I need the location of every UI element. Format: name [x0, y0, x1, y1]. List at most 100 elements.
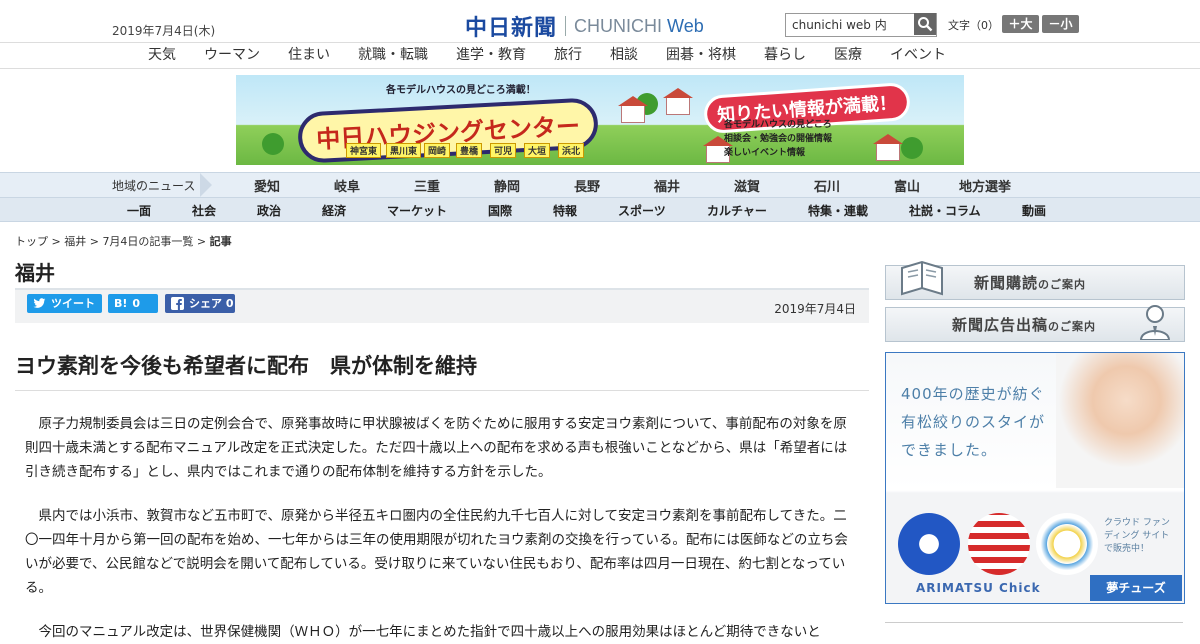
cat-medical[interactable]: 医療 — [834, 44, 862, 64]
hatena-bookmark-button[interactable]: B! 0 — [108, 294, 158, 313]
search-box — [785, 13, 937, 37]
region-fukui[interactable]: 福井 — [654, 176, 680, 195]
cat-go-shogi[interactable]: 囲碁・将棋 — [666, 44, 736, 64]
breadcrumb-region[interactable]: 福井 — [64, 235, 86, 248]
advertise-main: 新聞広告出稿 — [952, 316, 1049, 334]
search-input[interactable] — [786, 14, 914, 34]
section-video[interactable]: 動画 — [1022, 202, 1046, 219]
header-date: 2019年7月4日(木) — [112, 24, 216, 38]
region-toyama[interactable]: 富山 — [894, 176, 920, 195]
article-paragraph: 今回のマニュアル改定は、世界保健機関（ＷＨＯ）が一七年にまとめた指針で四十歳以上… — [38, 624, 821, 640]
banner-location: 黒川東 — [386, 143, 422, 158]
text-size-label: 文字（0） — [948, 19, 999, 32]
bib-yellow — [1036, 513, 1098, 575]
region-mie[interactable]: 三重 — [414, 176, 440, 195]
logo-divider — [565, 16, 567, 36]
hatena-icon: B! — [114, 297, 128, 310]
article-headline: ヨウ素剤を今後も希望者に配布 県が体制を維持 — [15, 354, 477, 378]
newspaper-icon — [901, 260, 943, 296]
ad-copy-line: できました。 — [901, 441, 998, 459]
banner-bullet: 各モデルハウスの見どころ — [724, 120, 832, 130]
cat-events[interactable]: イベント — [890, 44, 946, 64]
subscribe-info-button[interactable]: 新聞購読のご案内 — [885, 260, 1185, 300]
ad-brand: ARIMATSU Chick — [916, 581, 1041, 595]
site-logo[interactable]: 中日新聞 CHUNICHI Web — [465, 10, 704, 42]
subscribe-main: 新聞購読 — [974, 274, 1039, 292]
section-market[interactable]: マーケット — [387, 202, 447, 219]
logo-text-jp: 中日新聞 — [465, 15, 558, 41]
article-date: 2019年7月4日 — [774, 302, 856, 316]
house-shape — [873, 134, 903, 161]
breadcrumb-top[interactable]: トップ — [15, 235, 48, 248]
logo-web-label: Web — [667, 15, 704, 36]
baby-photo — [1056, 353, 1184, 488]
tweet-button[interactable]: ツイート — [27, 294, 102, 313]
section-economy[interactable]: 経済 — [322, 202, 346, 219]
banner-location: 岡崎 — [424, 143, 451, 158]
person-icon — [1139, 305, 1171, 340]
house-shape — [663, 88, 693, 115]
cat-jobs[interactable]: 就職・転職 — [358, 44, 428, 64]
facebook-label: シェア — [189, 297, 222, 310]
banner-location: 可児 — [490, 143, 517, 158]
region-local-elections[interactable]: 地方選挙 — [959, 176, 1011, 195]
section-society[interactable]: 社会 — [192, 202, 216, 219]
banner-location: 浜北 — [558, 143, 585, 158]
breadcrumb-separator: > — [48, 235, 65, 248]
section-international[interactable]: 国際 — [488, 202, 512, 219]
banner-location: 神宮東 — [346, 143, 382, 158]
subscribe-label: 新聞購読のご案内 — [974, 272, 1086, 293]
cat-education[interactable]: 進学・教育 — [456, 44, 526, 64]
text-size-up-button[interactable]: ＋大 — [1002, 15, 1039, 33]
cat-consult[interactable]: 相談 — [610, 44, 638, 64]
tweet-label: ツイート — [51, 297, 95, 310]
tree-shape — [262, 133, 284, 155]
twitter-icon — [33, 298, 46, 308]
advertise-info-button[interactable]: 新聞広告出稿のご案内 — [885, 305, 1185, 342]
facebook-share-button[interactable]: シェア 0 — [165, 294, 235, 313]
section-front[interactable]: 一面 — [127, 202, 151, 219]
section-culture[interactable]: カルチャー — [707, 202, 767, 219]
cat-weather[interactable]: 天気 — [148, 44, 176, 64]
region-gifu[interactable]: 岐阜 — [334, 176, 360, 195]
cat-woman[interactable]: ウーマン — [204, 44, 260, 64]
sidebar-divider — [885, 622, 1183, 623]
article-paragraph: 原子力規制委員会は三日の定例会合で、原発事故時に甲状腺被ばくを防ぐために服用する… — [25, 416, 848, 480]
section-special-report[interactable]: 特報 — [553, 202, 577, 219]
region-aichi[interactable]: 愛知 — [254, 176, 280, 195]
ad-copy-line: 有松絞りのスタイが — [901, 413, 1046, 431]
arimatsu-ad[interactable]: 400年の歴史が紡ぐ 有松絞りのスタイが できました。 クラウド ファンディング… — [885, 352, 1185, 604]
section-sports[interactable]: スポーツ — [618, 202, 666, 219]
logo-en-name: CHUNICHI — [574, 15, 663, 36]
tree-shape — [901, 137, 923, 159]
region-nagano[interactable]: 長野 — [574, 176, 600, 195]
banner-top-text: 各モデルハウスの見どころ満載！ — [386, 85, 536, 96]
region-ishikawa[interactable]: 石川 — [814, 176, 840, 195]
cat-living[interactable]: 暮らし — [764, 44, 806, 64]
section-politics[interactable]: 政治 — [257, 202, 281, 219]
breadcrumb-list[interactable]: 7月4日の記事一覧 — [102, 235, 193, 248]
house-shape — [618, 96, 648, 123]
region-shizuoka[interactable]: 静岡 — [494, 176, 520, 195]
cat-travel[interactable]: 旅行 — [554, 44, 582, 64]
text-size-down-button[interactable]: －小 — [1042, 15, 1079, 33]
cat-housing[interactable]: 住まい — [288, 44, 330, 64]
housing-center-banner[interactable]: 各モデルハウスの見どころ満載！ 中日ハウジングセンター 知りたい情報が満載！ 神… — [236, 75, 964, 165]
hatena-count: 0 — [132, 297, 141, 310]
article-paragraph: 県内では小浜市、敦賀市など五市町で、原発から半径五キロ圏内の全住民約九千七百人に… — [25, 508, 848, 596]
section-nav: 一面 社会 政治 経済 マーケット 国際 特報 スポーツ カルチャー 特集・連載… — [0, 198, 1200, 222]
logo-text-en: CHUNICHI Web — [574, 16, 704, 37]
banner-bullet: 相談会・勉強会の開催情報 — [724, 134, 833, 144]
page-title: 福井 — [15, 261, 55, 285]
region-shiga[interactable]: 滋賀 — [734, 176, 760, 195]
section-editorial[interactable]: 社説・コラム — [909, 202, 981, 219]
search-icon — [918, 17, 933, 32]
ad-tag: 夢チューズ — [1090, 575, 1182, 601]
facebook-icon — [171, 297, 184, 310]
section-features[interactable]: 特集・連載 — [808, 202, 868, 219]
facebook-count: 0 — [225, 297, 234, 310]
bib-red — [968, 513, 1030, 575]
bib-blue — [898, 513, 960, 575]
ad-side-text: クラウド ファンディング サイトで販売中！ — [1104, 518, 1170, 554]
search-button[interactable] — [914, 13, 936, 35]
